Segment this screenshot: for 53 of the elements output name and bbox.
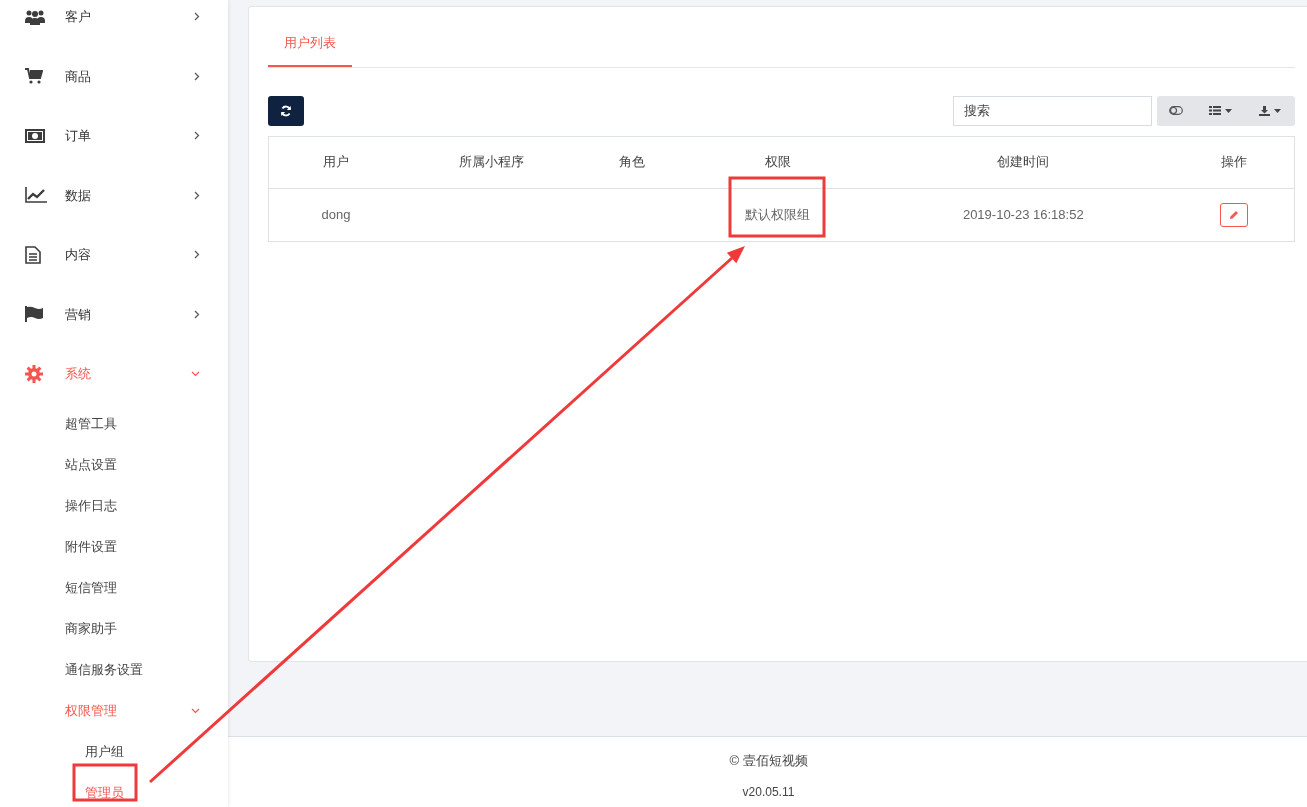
caret-icon <box>1224 108 1232 113</box>
banknote-icon <box>25 128 45 143</box>
chevron-right-icon <box>194 12 200 22</box>
chevron-right-icon <box>194 71 200 81</box>
download-icon <box>1259 105 1270 116</box>
line-chart-icon <box>25 187 47 204</box>
search-field[interactable]: 搜索 <box>953 95 1152 126</box>
column-header: 创建时间 <box>997 153 1050 172</box>
pencil-icon <box>1229 209 1240 220</box>
table-cell-text: 默认权限组 <box>745 205 810 224</box>
sidebar-item[interactable]: 内容 <box>0 225 228 285</box>
column-header: 角色 <box>618 153 645 172</box>
column-header: 所属小程序 <box>459 153 525 172</box>
submenu-item[interactable]: 通信服务设置 <box>0 649 228 691</box>
chevron-down-icon <box>191 708 200 714</box>
table-cell-text: 2019-10-23 16:18:52 <box>962 205 1084 224</box>
table-cell-text: dong <box>321 205 351 224</box>
refresh-icon <box>280 104 292 117</box>
submenu-item[interactable]: 超管工具 <box>0 403 228 445</box>
submenu-item[interactable]: 站点设置 <box>0 444 228 486</box>
list-icon <box>1208 106 1221 115</box>
document-icon <box>25 245 41 264</box>
sidebar-item[interactable]: 数据 <box>0 165 228 225</box>
export-dropdown-button[interactable] <box>1245 95 1295 126</box>
submenu-item[interactable]: 用户组 <box>85 742 124 762</box>
column-header: 权限 <box>764 153 791 172</box>
submenu-item[interactable]: 短信管理 <box>0 567 228 609</box>
gear-icon <box>25 364 43 383</box>
flag-icon <box>25 306 45 323</box>
chevron-right-icon <box>194 309 200 319</box>
chevron-right-icon <box>194 250 200 260</box>
highlight-box <box>72 763 138 802</box>
copyright-text: © 壹佰短视频 <box>729 752 808 770</box>
chevron-right-icon <box>194 190 200 200</box>
refresh-button[interactable] <box>268 95 304 126</box>
column-header: 操作 <box>1221 153 1248 172</box>
submenu-item[interactable]: 商家助手 <box>0 608 228 650</box>
submenu-item[interactable]: 附件设置 <box>0 526 228 568</box>
users-icon <box>25 8 45 25</box>
submenu-item[interactable]: 操作日志 <box>0 485 228 527</box>
toggle-button[interactable] <box>1157 95 1195 126</box>
sidebar-item[interactable]: 营销 <box>0 284 228 344</box>
sidebar-item[interactable]: 商品 <box>0 46 228 106</box>
edit-button[interactable] <box>1220 202 1249 227</box>
version-text: v20.05.11 <box>742 783 795 801</box>
toggle-icon <box>1169 106 1183 115</box>
cart-icon <box>25 68 43 85</box>
column-header: 用户 <box>322 153 349 172</box>
sidebar-item[interactable]: 订单 <box>0 106 228 166</box>
chevron-down-icon <box>191 370 200 377</box>
sidebar-item[interactable]: 客户 <box>0 0 228 47</box>
caret-icon <box>1274 108 1281 113</box>
chevron-right-icon <box>194 131 200 141</box>
